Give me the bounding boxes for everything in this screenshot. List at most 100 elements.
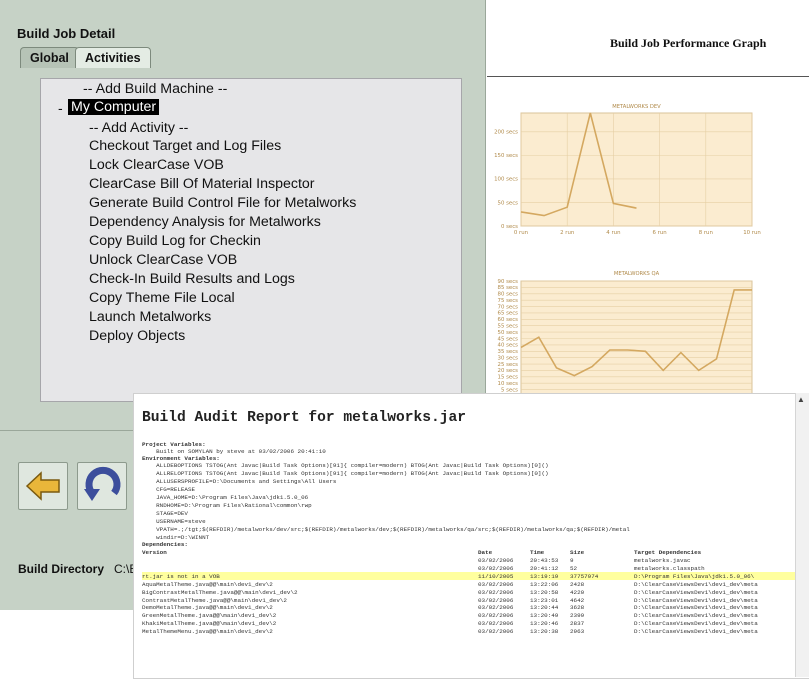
- table-cell: 13:22:06: [530, 581, 558, 588]
- column-header-time: Time: [530, 549, 544, 556]
- scroll-up-icon[interactable]: ▲: [797, 395, 805, 404]
- activity-item[interactable]: Deploy Objects: [89, 328, 185, 344]
- table-cell: 11/10/2005: [478, 573, 513, 580]
- vertical-scrollbar[interactable]: [795, 393, 809, 677]
- table-cell: 37757974: [570, 573, 598, 580]
- activity-item[interactable]: Dependency Analysis for Metalworks: [89, 214, 321, 230]
- table-cell: 4220: [570, 589, 584, 596]
- activity-item[interactable]: Launch Metalworks: [89, 309, 211, 325]
- table-cell: D:\ClearCaseViewsDev1\dev1_dev\meta: [634, 620, 758, 627]
- chart-title: METALWORKS DEV: [612, 104, 661, 110]
- table-cell: 03/02/2006: [478, 628, 513, 635]
- table-cell: rt.jar is not in a VOB: [142, 573, 220, 580]
- table-cell: 13:20:38: [530, 628, 558, 635]
- audit-report-title: Build Audit Report for metalworks.jar: [142, 410, 466, 426]
- env-line: VPATH=.;/tgt;$(REFDIR)/metalworks/dev/sr…: [142, 526, 630, 533]
- table-cell: 03/02/2006: [478, 620, 513, 627]
- table-cell: 03/02/2006: [478, 604, 513, 611]
- table-cell: 9: [570, 557, 574, 564]
- env-line: ALLDEBOPTIONS TSTOG(Ant Javac|Build Task…: [142, 462, 549, 469]
- activity-item[interactable]: Check-In Build Results and Logs: [89, 271, 295, 287]
- y-tick-label: 50 secs: [498, 200, 519, 206]
- table-cell: KhakiMetalTheme.java@@\main\dev1_dev\2: [142, 620, 276, 627]
- y-tick-label: 15 secs: [498, 375, 519, 381]
- table-cell: GreenMetalTheme.java@@\main\dev1_dev\2: [142, 612, 276, 619]
- add-build-machine-item[interactable]: -- Add Build Machine --: [83, 81, 227, 97]
- env-line: ALLUSERSPROFILE=D:\Documents and Setting…: [142, 478, 336, 485]
- y-tick-label: 200 secs: [494, 130, 518, 136]
- add-activity-item[interactable]: -- Add Activity --: [89, 120, 188, 136]
- x-tick-label: 10 run: [743, 230, 761, 236]
- y-tick-label: 90 secs: [498, 279, 519, 285]
- activity-item[interactable]: Copy Theme File Local: [89, 290, 235, 306]
- y-tick-label: 40 secs: [498, 343, 519, 349]
- activity-item[interactable]: Copy Build Log for Checkin: [89, 233, 261, 249]
- y-tick-label: 75 secs: [498, 298, 519, 304]
- x-tick-label: 4 run: [606, 230, 620, 236]
- undo-arrow-icon: [78, 463, 126, 509]
- table-cell: 13:20:49: [530, 612, 558, 619]
- table-cell: BigContrastMetalTheme.java@@\main\dev1_d…: [142, 589, 298, 596]
- table-cell: 03/02/2006: [478, 612, 513, 619]
- table-cell: 2428: [570, 581, 584, 588]
- table-cell: 03/02/2006: [478, 597, 513, 604]
- table-cell: 13:20:44: [530, 604, 558, 611]
- table-cell: 03/02/2006: [478, 589, 513, 596]
- x-tick-label: 2 run: [560, 230, 574, 236]
- table-cell: 03/02/2006: [478, 581, 513, 588]
- undo-button[interactable]: [77, 462, 127, 510]
- activity-item[interactable]: Unlock ClearCase VOB: [89, 252, 237, 268]
- table-cell: 3628: [570, 604, 584, 611]
- table-cell: 13:23:01: [530, 597, 558, 604]
- table-cell: ContrastMetalTheme.java@@\main\dev1_dev\…: [142, 597, 287, 604]
- performance-graph-title: Build Job Performance Graph: [610, 36, 766, 51]
- tab-activities[interactable]: Activities: [75, 47, 151, 68]
- table-cell: D:\ClearCaseViewsDev1\dev1_dev\meta: [634, 612, 758, 619]
- tab-global[interactable]: Global: [20, 47, 79, 68]
- table-cell: 20:41:12: [530, 565, 558, 572]
- table-cell: metalworks.javac: [634, 557, 691, 564]
- y-tick-label: 100 secs: [494, 177, 518, 183]
- table-cell: metalworks.classpath: [634, 565, 705, 572]
- column-header-version: Version: [142, 549, 167, 556]
- column-header-date: Date: [478, 549, 492, 556]
- activity-item[interactable]: Generate Build Control File for Metalwor…: [89, 195, 356, 211]
- table-cell: 03/02/2006: [478, 557, 513, 564]
- plot-area: [521, 113, 752, 226]
- env-line: JAVA_HOME=D:\Program Files\Java\jdk1.5.0…: [142, 494, 308, 501]
- build-directory-label: Build Directory: [18, 562, 104, 576]
- back-button[interactable]: [18, 462, 68, 510]
- dependencies-label: Dependencies:: [142, 541, 188, 548]
- tree-collapse-toggle[interactable]: -: [58, 100, 63, 116]
- table-cell: 2399: [570, 612, 584, 619]
- y-tick-label: 30 secs: [498, 355, 519, 361]
- table-cell: 03/02/2006: [478, 565, 513, 572]
- divider: [487, 76, 809, 77]
- y-tick-label: 10 secs: [498, 381, 519, 387]
- chart-title: METALWORKS QA: [614, 271, 660, 277]
- audit-report-window: [133, 393, 809, 679]
- y-tick-label: 0 secs: [501, 224, 518, 230]
- y-tick-label: 85 secs: [498, 285, 519, 291]
- table-cell: D:\ClearCaseViewsDev1\dev1_dev\meta: [634, 589, 758, 596]
- table-cell: 2963: [570, 628, 584, 635]
- activity-item[interactable]: Checkout Target and Log Files: [89, 138, 281, 154]
- table-cell: D:\ClearCaseViewsDev1\dev1_dev\meta: [634, 597, 758, 604]
- arrow-left-icon: [19, 463, 67, 509]
- activity-item[interactable]: ClearCase Bill Of Material Inspector: [89, 176, 315, 192]
- y-tick-label: 70 secs: [498, 304, 519, 310]
- table-cell: D:\ClearCaseViewsDev1\dev1_dev\meta: [634, 604, 758, 611]
- panel-title: Build Job Detail: [17, 26, 115, 41]
- y-tick-label: 150 secs: [494, 153, 518, 159]
- y-tick-label: 60 secs: [498, 317, 519, 323]
- tree-node-my-computer[interactable]: My Computer: [68, 99, 159, 115]
- activity-item[interactable]: Lock ClearCase VOB: [89, 157, 224, 173]
- table-cell: 13:20:58: [530, 589, 558, 596]
- table-cell: 52: [570, 565, 577, 572]
- x-tick-label: 8 run: [699, 230, 713, 236]
- y-tick-label: 50 secs: [498, 330, 519, 336]
- y-tick-label: 25 secs: [498, 362, 519, 368]
- env-line: ALLRELOPTIONS TSTOG(Ant Javac|Build Task…: [142, 470, 549, 477]
- chart-metalworks-dev: METALWORKS DEV 0 secs 50 secs 100 secs 150 s…: [487, 98, 787, 238]
- table-cell: MetalThemeMenu.java@@\main\dev1_dev\2: [142, 628, 273, 635]
